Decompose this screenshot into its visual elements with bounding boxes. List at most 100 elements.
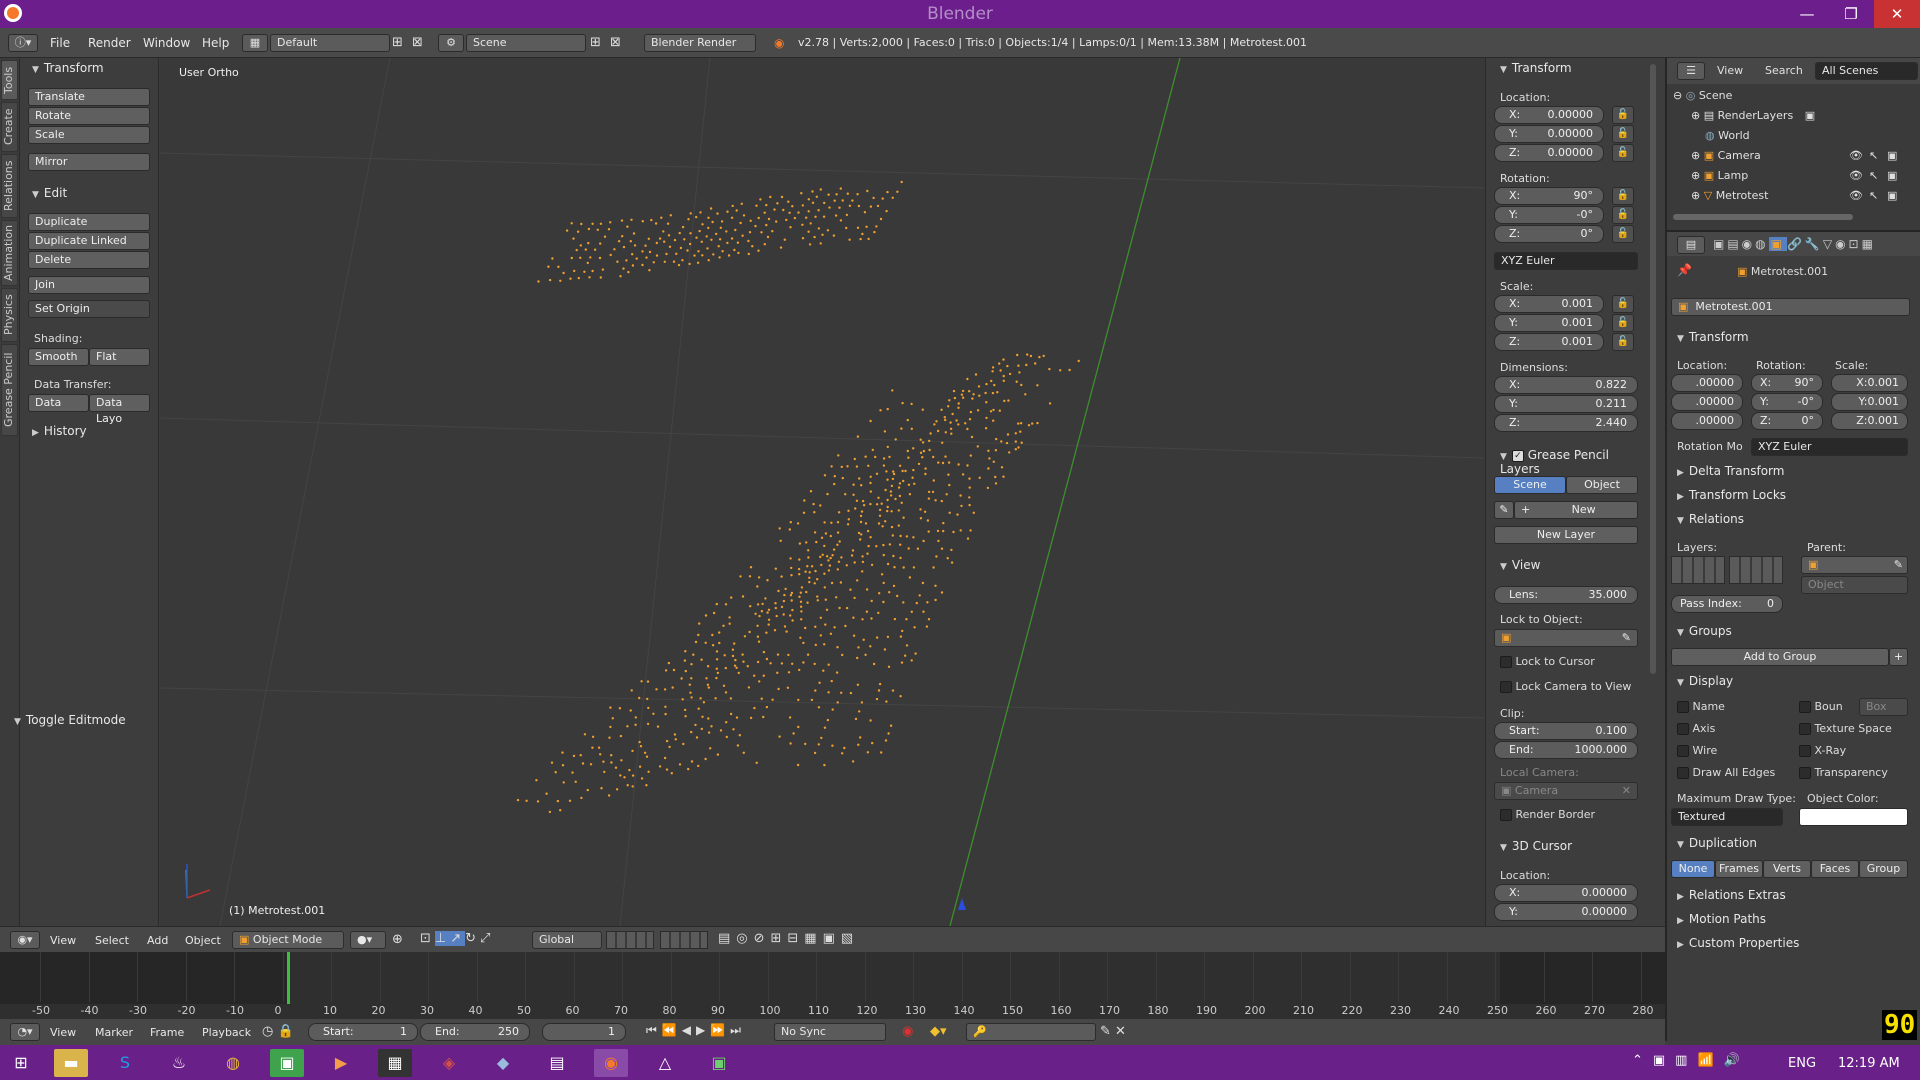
- pivot-icon[interactable]: ⊕: [392, 932, 403, 947]
- parent-field[interactable]: ▣ ✎: [1801, 556, 1908, 574]
- maximize-button[interactable]: ❐: [1828, 0, 1874, 28]
- lock-icon[interactable]: 🔓: [1612, 206, 1634, 224]
- prop-rotation-mode-select[interactable]: XYZ Euler: [1751, 438, 1908, 456]
- eye-icon[interactable]: 👁: [1849, 146, 1863, 166]
- gp-new-button[interactable]: + New: [1514, 501, 1638, 519]
- media-player-icon[interactable]: ▶: [324, 1049, 358, 1077]
- render-icon[interactable]: ▣: [1887, 186, 1897, 206]
- 3d-editor-type-icon[interactable]: ◉▾: [10, 931, 40, 949]
- tab-physics[interactable]: Physics: [1, 288, 18, 342]
- preview-range-icon[interactable]: ◷ 🔒: [262, 1024, 294, 1039]
- app-triangle-icon[interactable]: △: [648, 1049, 682, 1077]
- prop-rot-z[interactable]: Z: 0°: [1751, 412, 1823, 430]
- clear-icon[interactable]: ✕: [1622, 783, 1631, 799]
- timeline-menu-marker[interactable]: Marker: [95, 1026, 133, 1039]
- menu-render[interactable]: Render: [88, 36, 131, 50]
- n-rotation-x[interactable]: X: 90°: [1494, 187, 1604, 205]
- app-archive-icon[interactable]: ▤: [540, 1049, 574, 1077]
- n-location-y[interactable]: Y: 0.00000: [1494, 125, 1604, 143]
- menu-file[interactable]: File: [50, 36, 70, 50]
- app-dark-icon[interactable]: ▦: [378, 1049, 412, 1077]
- translate-button[interactable]: Translate: [28, 88, 150, 106]
- toggle-editmode-header[interactable]: ▼ Toggle Editmode: [14, 713, 126, 727]
- n-scale-y[interactable]: Y: 0.001: [1494, 314, 1604, 332]
- add-group-plus-icon[interactable]: +: [1889, 648, 1908, 666]
- remove-layout-icon[interactable]: ⊠: [412, 35, 423, 50]
- smooth-button[interactable]: Smooth: [28, 348, 89, 366]
- clip-end-field[interactable]: End: 1000.000: [1494, 741, 1638, 759]
- pin-icon[interactable]: 📌: [1677, 263, 1692, 277]
- bounds-type-select[interactable]: Box: [1859, 698, 1908, 716]
- 3d-viewport[interactable]: User Ortho (1) Metrotest.001: [160, 58, 1485, 926]
- lock-icon[interactable]: 🔓: [1612, 144, 1634, 162]
- skype-icon[interactable]: S: [108, 1049, 142, 1077]
- add-layout-icon[interactable]: ⊞: [392, 35, 403, 50]
- prop-transform-header[interactable]: ▼ Transform: [1677, 330, 1749, 344]
- display-transparency-toggle[interactable]: Transparency: [1799, 766, 1888, 779]
- manipulator-icons[interactable]: ⊡⊥↗↻⤢: [420, 931, 494, 946]
- sync-mode-select[interactable]: No Sync: [774, 1023, 886, 1041]
- editor-type-icon[interactable]: ⓘ▾: [8, 34, 38, 52]
- checkbox-icon[interactable]: [1500, 656, 1512, 668]
- outliner-renderlayers[interactable]: ⊕ ▤ RenderLayers ▣: [1667, 106, 1920, 126]
- n-scale-x[interactable]: X: 0.001: [1494, 295, 1604, 313]
- grease-pencil-layers-header[interactable]: ▼ ✓ Grease Pencil Layers: [1500, 448, 1647, 476]
- prop-loc-y[interactable]: .00000: [1671, 393, 1743, 411]
- eye-icon[interactable]: 👁: [1849, 186, 1863, 206]
- gp-new-layer-button[interactable]: New Layer: [1494, 526, 1638, 544]
- display-xray-toggle[interactable]: X-Ray: [1799, 744, 1846, 757]
- display-header[interactable]: ▼ Display: [1677, 674, 1733, 688]
- display-name-toggle[interactable]: Name: [1677, 700, 1725, 713]
- lock-to-cursor-toggle[interactable]: Lock to Cursor: [1500, 655, 1595, 668]
- cursor-icon[interactable]: ↖: [1869, 186, 1878, 206]
- layers-grid-left[interactable]: [1671, 556, 1725, 584]
- delete-button[interactable]: Delete: [28, 251, 150, 269]
- checkbox-icon[interactable]: [1677, 701, 1689, 713]
- timeline-menu-frame[interactable]: Frame: [150, 1026, 184, 1039]
- lock-icon[interactable]: 🔓: [1612, 333, 1634, 351]
- outliner-lamp[interactable]: ⊕ ▣ Lamp 👁 ↖ ▣: [1667, 166, 1920, 186]
- tab-create[interactable]: Create: [1, 102, 18, 152]
- parent-type-select[interactable]: Object: [1801, 576, 1908, 594]
- checkbox-icon[interactable]: [1500, 681, 1512, 693]
- layers-grid-right[interactable]: [1729, 556, 1783, 584]
- 3d-cursor-header[interactable]: ▼ 3D Cursor: [1500, 839, 1572, 853]
- display-axis-toggle[interactable]: Axis: [1677, 722, 1715, 735]
- layer-buttons-b[interactable]: [660, 931, 708, 949]
- eyedropper-icon[interactable]: ✎: [1622, 630, 1631, 646]
- render-engine-select[interactable]: Blender Render: [644, 34, 756, 52]
- eyedropper-icon[interactable]: ✎: [1894, 557, 1903, 573]
- 3d-menu-view[interactable]: View: [50, 934, 76, 947]
- screen-layout-field[interactable]: Default: [270, 34, 390, 52]
- properties-editor-icon[interactable]: ▤: [1677, 236, 1705, 254]
- transform-orientation-select[interactable]: Global: [532, 931, 602, 949]
- properties-context-tabs[interactable]: ▣▤◉◍ ▣ 🔗🔧▽◉⊡▦: [1713, 237, 1876, 251]
- set-origin-button[interactable]: Set Origin: [28, 300, 150, 318]
- start-frame-field[interactable]: Start: 1: [308, 1023, 418, 1041]
- gp-pencil-icon[interactable]: ✎: [1494, 501, 1514, 519]
- app-image-icon[interactable]: ▣: [702, 1049, 736, 1077]
- dup-verts-button[interactable]: Verts: [1763, 860, 1811, 878]
- header-tool-icons[interactable]: ▤◎⊘⊞⊟▦▣▧: [718, 931, 859, 946]
- edit-panel-header[interactable]: ▼ Edit: [32, 186, 67, 200]
- prop-loc-z[interactable]: .00000: [1671, 412, 1743, 430]
- timeline-menu-playback[interactable]: Playback: [202, 1026, 251, 1039]
- delta-transform-header[interactable]: ▶ Delta Transform: [1677, 464, 1784, 478]
- clip-start-field[interactable]: Start: 0.100: [1494, 722, 1638, 740]
- end-frame-field[interactable]: End: 250: [420, 1023, 530, 1041]
- menu-help[interactable]: Help: [202, 36, 229, 50]
- display-all-edges-toggle[interactable]: Draw All Edges: [1677, 766, 1775, 779]
- groups-header[interactable]: ▼ Groups: [1677, 624, 1732, 638]
- checkbox-icon[interactable]: [1799, 745, 1811, 757]
- prop-scale-z[interactable]: Z:0.001: [1831, 412, 1908, 430]
- minimize-button[interactable]: —: [1784, 0, 1830, 28]
- custom-properties-header[interactable]: ▶ Custom Properties: [1677, 936, 1799, 950]
- lock-to-object-field[interactable]: ▣ ✎: [1494, 629, 1638, 647]
- blender-taskbar-icon[interactable]: ◉: [594, 1049, 628, 1077]
- keying-set-field[interactable]: 🔑: [966, 1023, 1096, 1041]
- mirror-button[interactable]: Mirror: [28, 153, 150, 171]
- checkbox-icon[interactable]: [1799, 767, 1811, 779]
- n-dim-y[interactable]: Y: 0.211: [1494, 395, 1638, 413]
- prop-loc-x[interactable]: .00000: [1671, 374, 1743, 392]
- object-color-swatch[interactable]: [1799, 808, 1908, 826]
